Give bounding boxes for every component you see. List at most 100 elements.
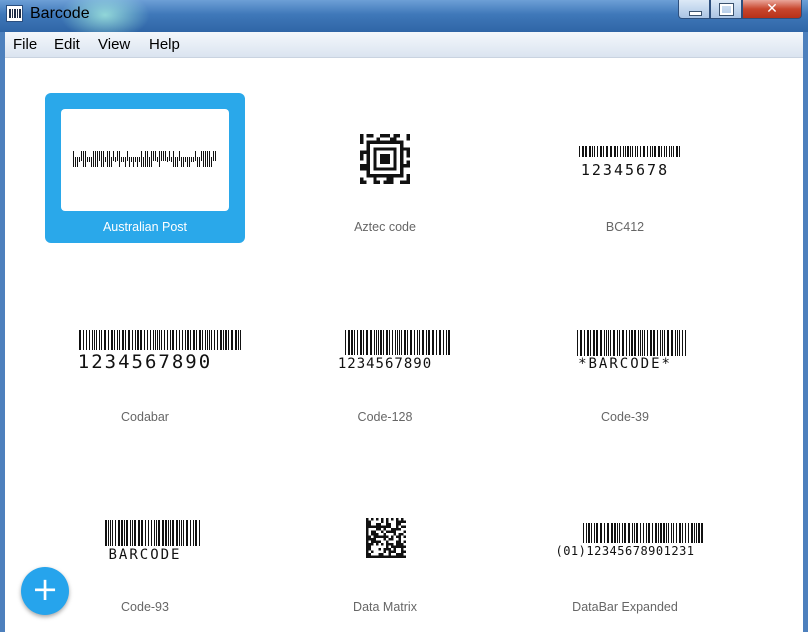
- add-barcode-button[interactable]: +: [21, 567, 69, 615]
- barcode-bar: [585, 146, 587, 157]
- barcode-label: Australian Post: [102, 220, 188, 234]
- barcode-bar: [121, 520, 123, 546]
- maximize-button[interactable]: [710, 0, 742, 19]
- barcode-bar: [644, 330, 645, 356]
- barcode-bar: [148, 520, 149, 546]
- matrix-module: [398, 543, 401, 546]
- aztec-code-image: [360, 134, 410, 184]
- code-128-barcode-image: [345, 330, 451, 355]
- barcode-bar: [190, 330, 191, 350]
- barcode-bar: [151, 151, 152, 167]
- matrix-module: [388, 530, 391, 533]
- matrix-module: [378, 528, 381, 531]
- barcode-bar: [619, 330, 620, 356]
- matrix-module: [373, 535, 376, 538]
- matrix-module: [396, 543, 399, 546]
- barcode-bar: [133, 157, 134, 167]
- matrix-module: [378, 553, 381, 556]
- barcode-bar: [137, 157, 138, 167]
- barcode-bar: [610, 330, 611, 356]
- menu-file[interactable]: File: [13, 36, 37, 53]
- barcode-bar: [635, 146, 636, 157]
- matrix-module: [371, 550, 374, 553]
- matrix-module: [383, 538, 386, 541]
- barcode-bar: [73, 151, 74, 167]
- barcode-bar: [638, 330, 639, 356]
- matrix-module: [398, 545, 401, 548]
- barcode-bar: [676, 146, 678, 157]
- barcode-bar: [126, 520, 128, 546]
- barcode-bar: [238, 330, 239, 350]
- matrix-module: [366, 548, 369, 551]
- matrix-module: [376, 525, 379, 528]
- barcode-bar: [145, 520, 146, 546]
- barcode-bar: [235, 330, 237, 350]
- barcode-bar: [108, 520, 109, 546]
- barcode-bar: [176, 330, 177, 350]
- barcode-bar: [688, 523, 689, 543]
- matrix-module: [368, 555, 371, 558]
- barcode-card-data-matrix[interactable]: Data Matrix: [285, 473, 485, 623]
- barcode-card-databar-expanded[interactable]: (01)12345678901231 DataBar Expanded: [525, 473, 725, 623]
- barcode-bar: [629, 330, 630, 356]
- barcode-card-code-128[interactable]: 1234567890 Code-128: [285, 283, 485, 433]
- menu-view[interactable]: View: [98, 36, 130, 53]
- menu-edit[interactable]: Edit: [54, 36, 80, 53]
- matrix-module: [371, 543, 374, 546]
- barcode-bar: [622, 330, 624, 356]
- barcode-bar: [607, 523, 609, 543]
- barcode-bar: [426, 330, 427, 355]
- barcode-bar: [604, 330, 605, 356]
- barcode-bar: [646, 523, 647, 543]
- barcode-bar: [643, 523, 644, 543]
- plus-icon: +: [31, 570, 59, 608]
- matrix-module: [376, 555, 379, 558]
- barcode-bar: [185, 156, 186, 162]
- matrix-module: [376, 533, 379, 536]
- barcode-bar: [613, 330, 615, 356]
- barcode-bar: [650, 146, 651, 157]
- barcode-card-code-93[interactable]: BARCODE Code-93: [45, 473, 245, 623]
- barcode-bar: [691, 523, 693, 543]
- barcode-bar: [606, 330, 607, 356]
- barcode-bar: [125, 330, 126, 350]
- barcode-card-codabar[interactable]: 1234567890 Codabar: [45, 283, 245, 433]
- matrix-module: [396, 518, 399, 521]
- barcode-card-code-39[interactable]: *BARCODE* Code-39: [525, 283, 725, 433]
- barcode-bar: [187, 330, 189, 350]
- matrix-module: [376, 518, 379, 521]
- barcode-bar: [167, 156, 168, 162]
- barcode-bar: [604, 523, 605, 543]
- barcode-bar: [685, 330, 686, 356]
- barcode-bar: [624, 523, 626, 543]
- barcode-bar: [671, 146, 672, 157]
- matrix-module: [373, 555, 376, 558]
- code-93-barcode-image: [105, 520, 201, 546]
- barcode-bar: [195, 151, 196, 161]
- barcode-preview: BARCODE: [61, 489, 229, 591]
- barcode-bar: [397, 330, 398, 355]
- minimize-button[interactable]: [678, 0, 710, 19]
- barcode-card-bc412[interactable]: 12345678 BC412: [525, 93, 725, 243]
- barcode-bar: [179, 520, 180, 546]
- matrix-module: [388, 555, 391, 558]
- barcode-bar: [630, 146, 631, 157]
- matrix-module: [383, 525, 386, 528]
- barcode-bar: [149, 157, 150, 167]
- matrix-module: [366, 520, 369, 523]
- barcode-bar: [115, 156, 116, 162]
- australian-post-barcode-image: [73, 151, 217, 167]
- close-button[interactable]: ✕: [742, 0, 802, 19]
- barcode-bar: [157, 330, 158, 350]
- matrix-module: [368, 543, 371, 546]
- barcode-bar: [147, 330, 148, 350]
- matrix-module: [398, 553, 401, 556]
- barcode-card-australian-post[interactable]: Australian Post: [45, 93, 245, 243]
- barcode-bar: [666, 146, 667, 157]
- barcode-bar: [205, 330, 206, 350]
- barcode-bar: [588, 523, 590, 543]
- menu-help[interactable]: Help: [149, 36, 180, 53]
- barcode-card-aztec-code[interactable]: Aztec code: [285, 93, 485, 243]
- barcode-bar: [360, 330, 362, 355]
- menu-bar: File Edit View Help: [5, 32, 803, 58]
